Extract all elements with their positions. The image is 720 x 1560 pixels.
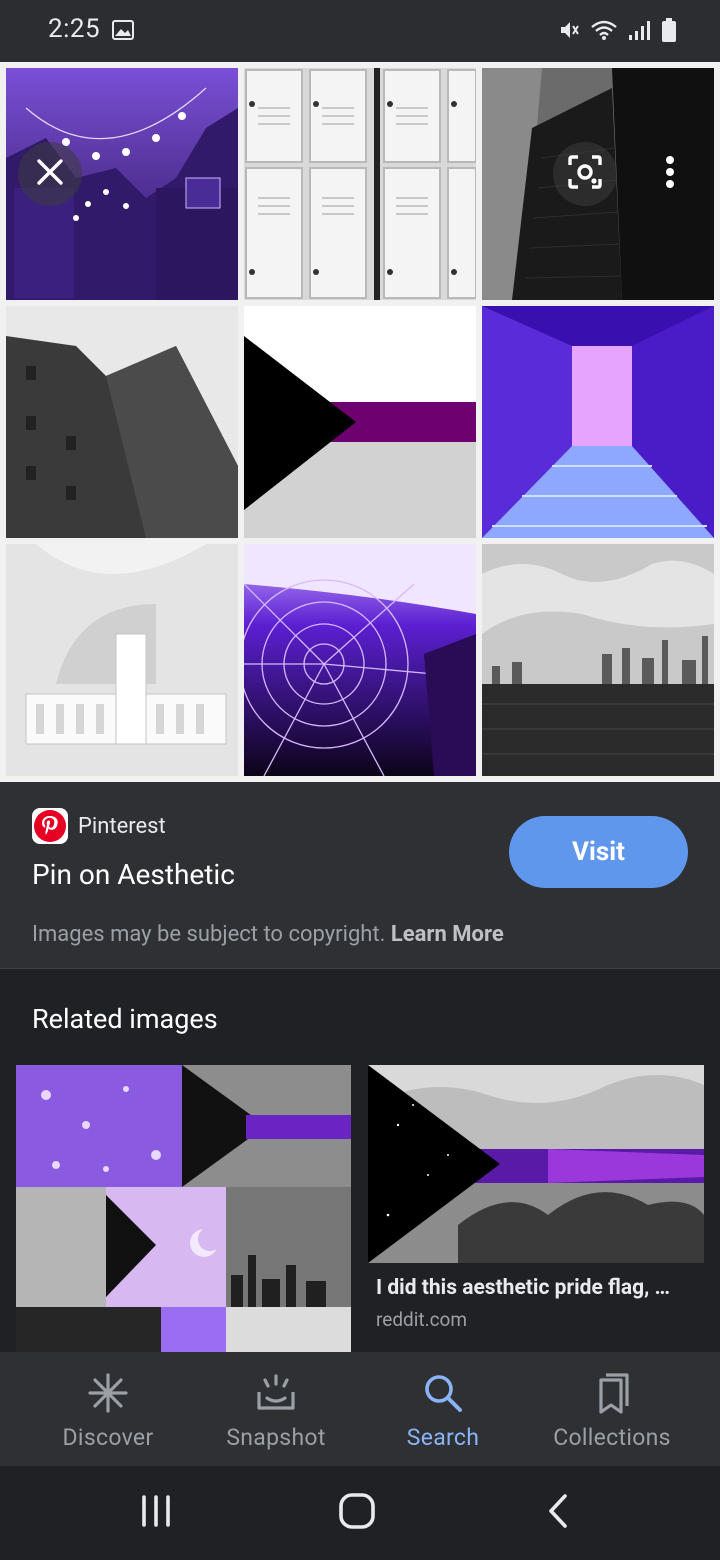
- nav-discover[interactable]: Discover: [40, 1352, 176, 1466]
- close-icon: [35, 157, 65, 191]
- nav-search[interactable]: Search: [375, 1352, 511, 1466]
- bottom-navigation: Discover Snapshot Search Collections: [0, 1352, 720, 1466]
- related-image-2-domain: reddit.com: [376, 1308, 468, 1331]
- tile-pride-flag: [244, 306, 476, 538]
- signal-icon: [628, 19, 652, 45]
- nav-snapshot[interactable]: Snapshot: [208, 1352, 344, 1466]
- tile-grey-building: [6, 306, 238, 538]
- lens-button[interactable]: [553, 142, 617, 206]
- battery-icon: [662, 18, 676, 46]
- copyright-text: Images may be subject to copyright.: [32, 922, 391, 947]
- source-row[interactable]: Pinterest: [32, 808, 166, 844]
- tile-city-skyline: [482, 544, 714, 776]
- tile-spider-web: [244, 544, 476, 776]
- system-navigation-bar: [0, 1466, 720, 1560]
- collections-icon: [591, 1372, 633, 1414]
- section-divider: [0, 968, 720, 969]
- pin-image[interactable]: [0, 62, 720, 782]
- status-bar: 2:25: [0, 0, 720, 62]
- pinterest-logo-icon: [32, 808, 68, 844]
- asterisk-icon: [87, 1372, 129, 1414]
- search-icon: [422, 1372, 464, 1414]
- tile-white-architecture: [6, 544, 238, 776]
- mute-icon: [558, 19, 580, 45]
- gallery-icon: [112, 20, 134, 44]
- close-button[interactable]: [18, 142, 82, 206]
- related-image-1[interactable]: [16, 1065, 351, 1352]
- status-icons: [558, 18, 676, 46]
- nav-search-label: Search: [406, 1424, 480, 1451]
- nav-snapshot-label: Snapshot: [226, 1424, 326, 1451]
- snapshot-icon: [255, 1372, 297, 1414]
- home-icon: [338, 1492, 376, 1534]
- nav-collections-label: Collections: [553, 1424, 671, 1451]
- related-images-heading: Related images: [32, 1003, 218, 1035]
- source-name: Pinterest: [78, 813, 166, 839]
- visit-button[interactable]: Visit: [509, 816, 688, 888]
- wifi-icon: [590, 19, 618, 45]
- copyright-notice: Images may be subject to copyright. Lear…: [32, 922, 504, 947]
- back-button[interactable]: [528, 1486, 588, 1540]
- more-options-button[interactable]: [638, 142, 702, 206]
- nav-collections[interactable]: Collections: [540, 1352, 684, 1466]
- status-time: 2:25: [48, 14, 101, 44]
- lens-icon: [567, 154, 603, 194]
- result-info-panel: Pinterest Pin on Aesthetic Visit Images …: [0, 782, 720, 968]
- tile-lockers: [244, 68, 476, 300]
- related-image-2-caption[interactable]: I did this aesthetic pride flag, …: [376, 1276, 706, 1300]
- home-button[interactable]: [327, 1486, 387, 1540]
- nav-discover-label: Discover: [62, 1424, 154, 1451]
- result-title[interactable]: Pin on Aesthetic: [32, 858, 235, 891]
- recent-apps-icon: [139, 1494, 173, 1532]
- back-icon: [545, 1493, 571, 1533]
- more-options-icon: [665, 155, 675, 193]
- learn-more-link[interactable]: Learn More: [391, 922, 504, 947]
- tile-purple-hallway: [482, 306, 714, 538]
- related-image-2[interactable]: [368, 1065, 704, 1263]
- recent-apps-button[interactable]: [126, 1486, 186, 1540]
